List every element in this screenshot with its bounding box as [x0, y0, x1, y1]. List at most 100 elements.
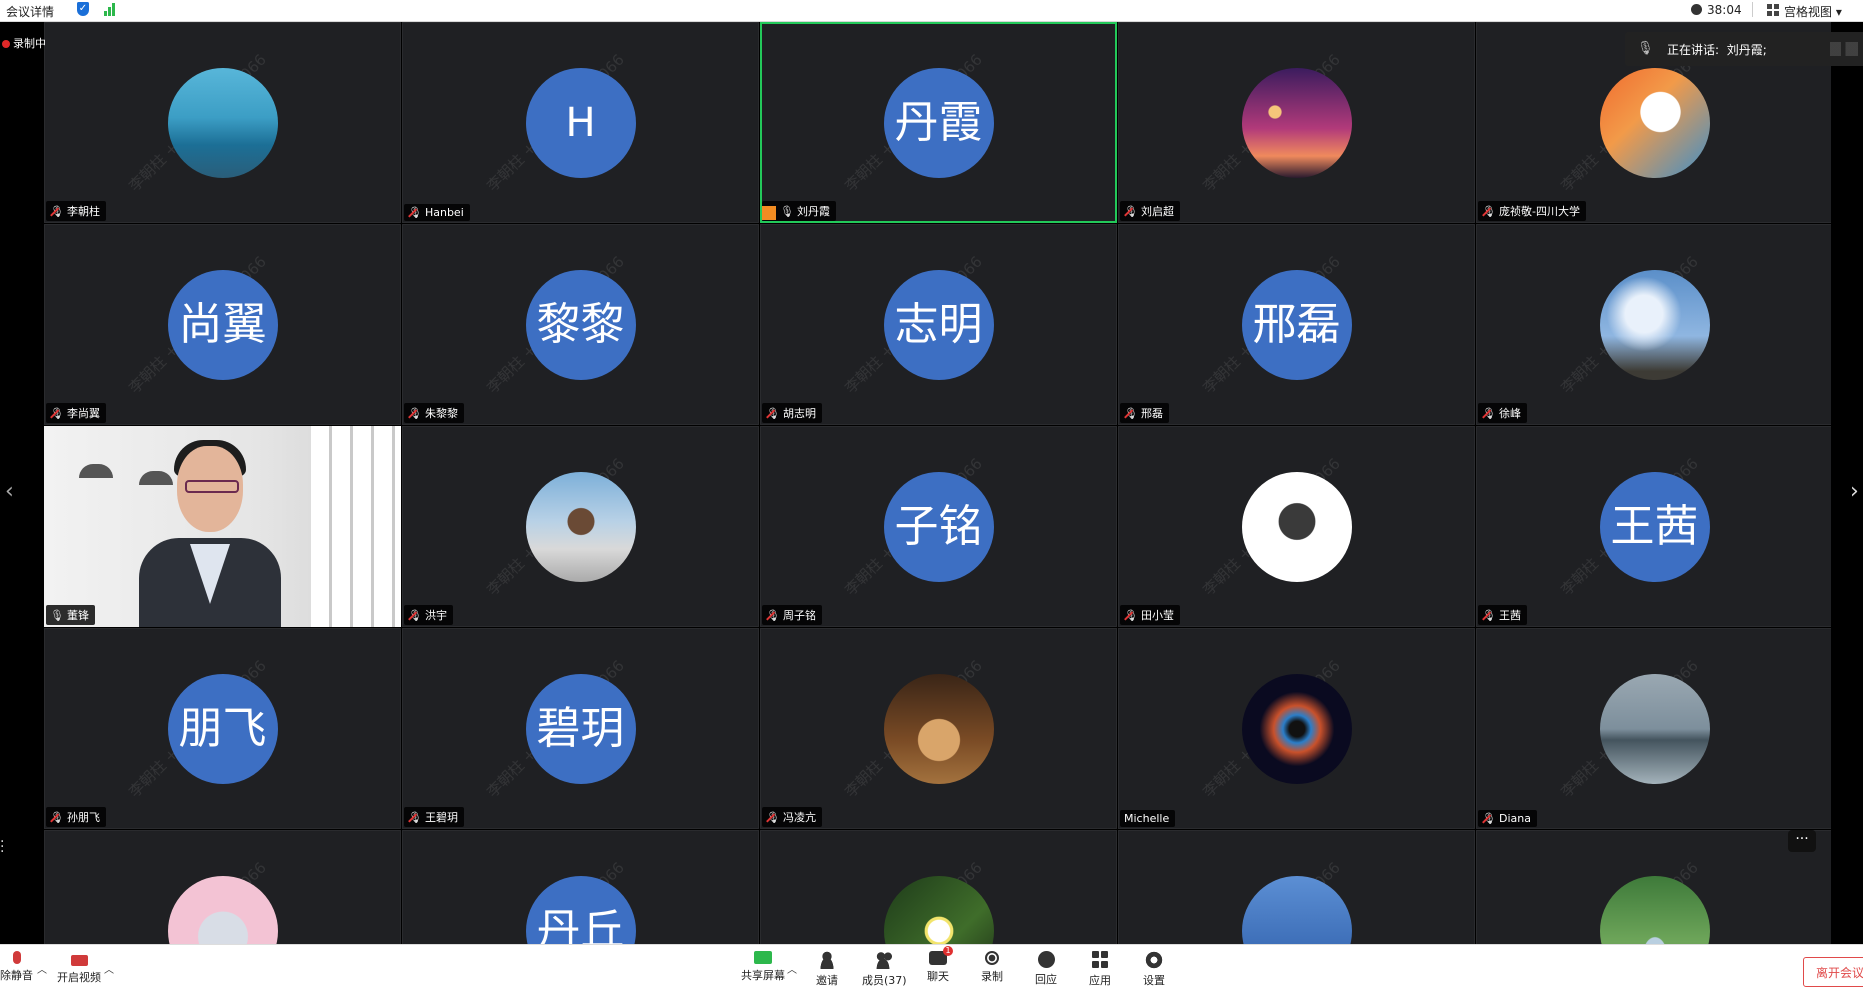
mic-muted-icon: 🎙: [766, 407, 780, 420]
start-video-button[interactable]: 开启视频: [57, 951, 101, 985]
initials-avatar: 丹霞: [883, 67, 994, 178]
members-icon: [874, 951, 895, 969]
participant-name: 朱黎黎: [424, 407, 458, 420]
initials-avatar: 志明: [883, 269, 994, 380]
participant-tile[interactable]: 李朝柱 +8618067679066H🎙Hanbei: [402, 22, 759, 223]
participant-tile[interactable]: 李朝柱 +8618067679066: [1118, 830, 1475, 944]
participant-tile[interactable]: 李朝柱 +8618067679066碧玥🎙王碧玥: [402, 628, 759, 829]
participant-grid: 李朝柱 +8618067679066🎙李朝柱李朝柱 +8618067679066…: [44, 22, 1831, 944]
participant-tile[interactable]: 李朝柱 +8618067679066黎黎🎙朱黎黎: [402, 224, 759, 425]
mic-muted-icon: 🎙: [408, 811, 422, 824]
participant-name-tag: 🎙 朱黎黎: [404, 403, 464, 423]
meeting-timer: 38:04: [1707, 3, 1742, 17]
chat-bubble-icon: 1: [929, 946, 953, 965]
cat-doorway-avatar: [883, 673, 994, 784]
participant-name-tag: 🎙 邢磊: [1120, 403, 1169, 423]
bottom-toolbar: 除静音 ︿ 开启视频 ︿ 共享屏幕 ︿ 邀请 成员(37) 1 聊天 录制 回应…: [0, 944, 1863, 1001]
mic-muted-icon: 🎙: [766, 609, 780, 622]
participant-tile[interactable]: 李朝柱 +8618067679066🎙刘启超: [1118, 22, 1475, 223]
chat-unread-badge: 1: [943, 946, 953, 956]
mic-muted-icon: 🎙: [408, 407, 422, 420]
mic-muted-icon: 🎙: [1124, 205, 1138, 218]
participant-tile[interactable]: 李朝柱 +8618067679066: [44, 830, 401, 944]
participant-tile[interactable]: 李朝柱 +8618067679066王茜🎙王茜: [1476, 426, 1831, 627]
participant-tile[interactable]: 李朝柱 +8618067679066志明🎙胡志明: [760, 224, 1117, 425]
mic-muted-icon: 🎙: [1482, 812, 1496, 825]
chat-button[interactable]: 1 聊天: [927, 946, 953, 984]
participant-tile[interactable]: 李朝柱 +8618067679066🎙冯凌亢: [760, 628, 1117, 829]
settings-button[interactable]: 设置: [1143, 951, 1165, 988]
divider: [1752, 2, 1753, 17]
participant-tile[interactable]: 李朝柱 +8618067679066🎙Diana: [1476, 628, 1831, 829]
participant-tile[interactable]: 李朝柱 +8618067679066🎙田小莹: [1118, 426, 1475, 627]
participant-tile[interactable]: 李朝柱 +8618067679066🎙徐峰: [1476, 224, 1831, 425]
participant-name: 庞祯敬-四川大学: [1498, 205, 1580, 218]
participant-name-tag: 🎙 Diana: [1478, 810, 1537, 827]
participant-name: 胡志明: [782, 407, 816, 420]
participant-tile[interactable]: 李朝柱 +8618067679066🎙李朝柱: [44, 22, 401, 223]
participant-name-tag: 🎙 周子铭: [762, 605, 822, 625]
next-page-arrow-icon[interactable]: ›: [1850, 479, 1859, 504]
more-options-button[interactable]: ···: [1788, 830, 1816, 852]
recording-indicator[interactable]: 录制中: [2, 35, 46, 51]
top-bar: 会议详情 ✓ 38:04 宫格视图 ▾: [0, 0, 1863, 22]
mic-muted-icon: 🎙: [1482, 407, 1496, 420]
initials-avatar: 王茜: [1599, 471, 1710, 582]
participant-tile[interactable]: 李朝柱 +8618067679066🎙董锋: [44, 426, 401, 627]
participant-tile[interactable]: 李朝柱 +8618067679066: [760, 830, 1117, 944]
participant-name: Diana: [1498, 812, 1531, 825]
participant-name: 李朝柱: [66, 205, 100, 218]
record-dot-icon: [2, 40, 10, 48]
participant-name: 徐峰: [1498, 407, 1521, 420]
participant-tile[interactable]: 李朝柱 +8618067679066尚翼🎙李尚翼: [44, 224, 401, 425]
drag-handle-icon[interactable]: [1830, 42, 1858, 56]
snowy-branches-avatar: [1241, 875, 1352, 944]
participant-name-tag: 🎙 冯凌亢: [762, 807, 822, 827]
audio-options-chevron-icon[interactable]: ︿: [37, 961, 47, 976]
participant-name-tag: 🎙 胡志明: [762, 403, 822, 423]
view-mode-dropdown[interactable]: 宫格视图 ▾: [1784, 3, 1842, 20]
participant-tile[interactable]: 李朝柱 +8618067679066丹丘: [402, 830, 759, 944]
video-stage: 李朝柱 +8618067679066🎙李朝柱李朝柱 +8618067679066…: [0, 22, 1863, 944]
meeting-info-link[interactable]: 会议详情: [6, 3, 54, 20]
invite-button[interactable]: 邀请: [816, 951, 838, 988]
participant-tile[interactable]: 李朝柱 +8618067679066: [1476, 830, 1831, 944]
participant-name-tag: 🎙 董锋: [46, 605, 95, 625]
participant-name-tag: 🎙 徐峰: [1478, 403, 1527, 423]
reactions-button[interactable]: 回应: [1035, 951, 1057, 987]
share-screen-button[interactable]: 共享屏幕: [741, 951, 785, 983]
share-options-chevron-icon[interactable]: ︿: [787, 961, 797, 976]
side-menu-dots-icon[interactable]: · · ·: [0, 835, 4, 859]
network-signal-icon[interactable]: [104, 3, 118, 16]
cartoon-character-avatar: [1599, 67, 1710, 178]
participant-tile[interactable]: 李朝柱 +8618067679066🎙洪宇: [402, 426, 759, 627]
reactions-label: 回应: [1035, 973, 1057, 986]
previous-page-arrow-icon[interactable]: ‹: [5, 479, 14, 504]
participant-video-feed: [44, 426, 401, 627]
grid-view-icon[interactable]: [1767, 4, 1779, 16]
anime-character-avatar: [167, 875, 278, 944]
settings-label: 设置: [1143, 974, 1165, 987]
members-button[interactable]: 成员(37): [862, 951, 907, 988]
participant-name-tag: 🎙 李尚翼: [46, 403, 106, 423]
white-flower-avatar: [883, 875, 994, 944]
participant-tile[interactable]: 李朝柱 +8618067679066邢磊🎙邢磊: [1118, 224, 1475, 425]
participant-name: 王碧玥: [424, 811, 458, 824]
participant-tile[interactable]: 李朝柱 +8618067679066子铭🎙周子铭: [760, 426, 1117, 627]
apps-button[interactable]: 应用: [1089, 951, 1111, 988]
chat-label: 聊天: [927, 970, 949, 983]
nebula-avatar: [1241, 673, 1352, 784]
speaking-name: 刘丹霞;: [1726, 43, 1767, 57]
initials-avatar: 尚翼: [167, 269, 278, 380]
record-button[interactable]: 录制: [981, 951, 1003, 984]
participant-tile[interactable]: 李朝柱 +8618067679066丹霞🎙刘丹霞: [760, 22, 1117, 223]
participant-tile[interactable]: 李朝柱 +8618067679066朋飞🎙孙朋飞: [44, 628, 401, 829]
security-shield-icon[interactable]: ✓: [77, 2, 89, 16]
sunset-couple-avatar: [1241, 67, 1352, 178]
unmute-button[interactable]: 除静音: [0, 951, 33, 983]
participant-tile[interactable]: 李朝柱 +8618067679066Michelle: [1118, 628, 1475, 829]
mic-off-icon: [12, 951, 21, 964]
leave-meeting-button[interactable]: 离开会议: [1803, 957, 1863, 987]
mic-muted-icon: 🎙: [408, 609, 422, 622]
video-options-chevron-icon[interactable]: ︿: [104, 961, 114, 976]
